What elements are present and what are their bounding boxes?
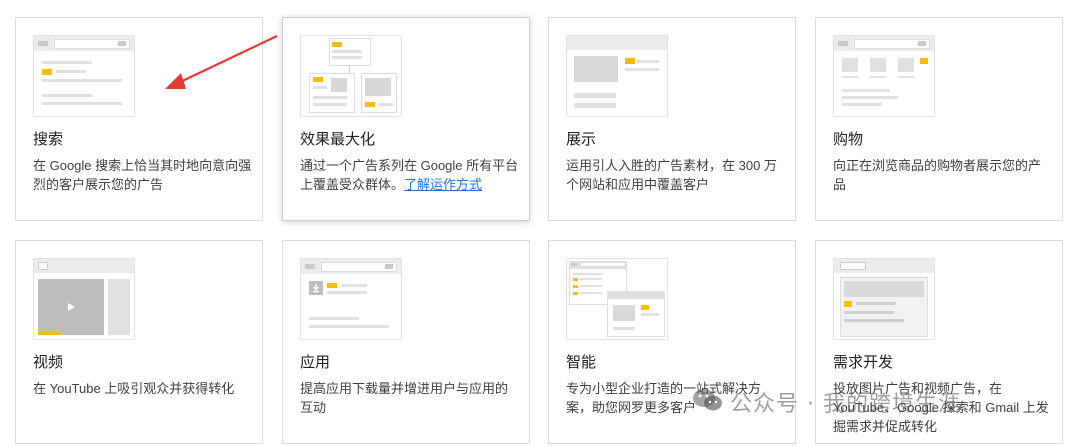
- annotation-arrow: [165, 35, 278, 89]
- watermark-text: 公众号 · 我的跨境生涯: [730, 392, 961, 417]
- wechat-icon: [693, 389, 722, 411]
